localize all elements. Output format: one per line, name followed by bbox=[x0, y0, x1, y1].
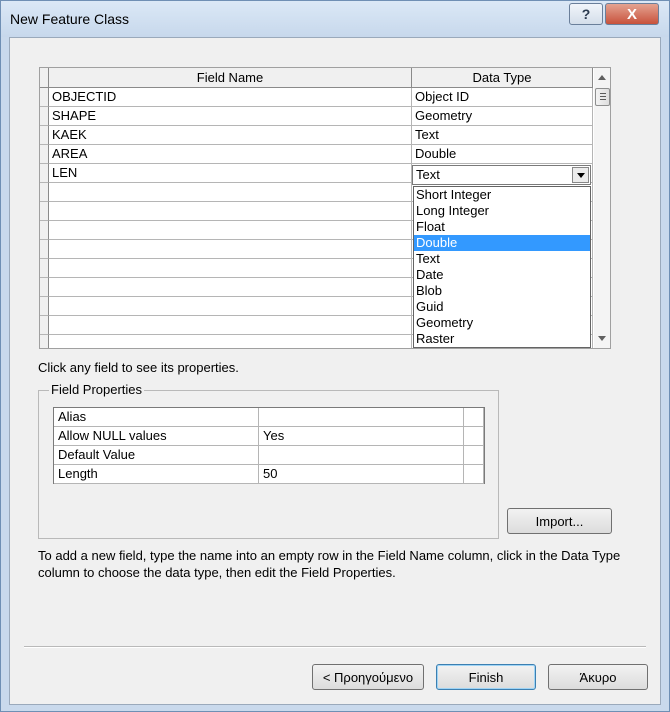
property-extra-cell bbox=[464, 408, 484, 427]
row-selector[interactable] bbox=[40, 126, 49, 145]
field-properties-legend: Field Properties bbox=[49, 382, 145, 397]
back-button[interactable]: < Προηγούμενο bbox=[312, 664, 424, 690]
property-extra-cell bbox=[464, 446, 484, 465]
row-selector[interactable] bbox=[40, 164, 49, 183]
row-selector[interactable] bbox=[40, 240, 49, 259]
title-bar: New Feature Class ? X bbox=[1, 1, 669, 37]
field-name-cell[interactable]: KAEK bbox=[49, 126, 412, 145]
field-name-cell[interactable] bbox=[49, 297, 412, 316]
field-name-cell[interactable] bbox=[49, 278, 412, 297]
data-type-cell[interactable]: Object ID bbox=[412, 88, 593, 107]
column-header-data-type[interactable]: Data Type bbox=[412, 68, 593, 88]
window-title: New Feature Class bbox=[10, 11, 130, 27]
import-button[interactable]: Import... bbox=[507, 508, 612, 534]
field-name-cell[interactable] bbox=[49, 316, 412, 335]
field-name-cell[interactable] bbox=[49, 221, 412, 240]
property-extra-cell bbox=[464, 465, 484, 484]
property-label: Length bbox=[54, 465, 259, 484]
row-selector[interactable] bbox=[40, 221, 49, 240]
field-name-cell[interactable]: LEN bbox=[49, 164, 412, 183]
row-selector[interactable] bbox=[40, 335, 49, 348]
close-button[interactable]: X bbox=[605, 3, 659, 25]
dropdown-option[interactable]: Long Integer bbox=[414, 203, 590, 219]
cancel-button[interactable]: Άκυρο bbox=[548, 664, 648, 690]
row-selector[interactable] bbox=[40, 107, 49, 126]
data-type-combo[interactable]: Text bbox=[412, 165, 591, 185]
dropdown-option[interactable]: Geometry bbox=[414, 315, 590, 331]
dialog-window: New Feature Class ? X Field Name Data Ty… bbox=[0, 0, 670, 712]
dropdown-option[interactable]: Blob bbox=[414, 283, 590, 299]
chevron-down-icon[interactable] bbox=[572, 167, 589, 183]
field-properties-table: Alias Allow NULL values Yes Default Value Le… bbox=[53, 407, 485, 484]
dropdown-option[interactable]: Raster bbox=[414, 331, 590, 347]
scroll-down-arrow-icon[interactable] bbox=[594, 330, 610, 346]
field-name-cell[interactable] bbox=[49, 183, 412, 202]
row-selector[interactable] bbox=[40, 202, 49, 221]
property-value[interactable]: 50 bbox=[259, 465, 464, 484]
fields-grid: Field Name Data Type OBJECTID Object ID SH… bbox=[39, 67, 611, 349]
finish-button[interactable]: Finish bbox=[436, 664, 536, 690]
row-selector[interactable] bbox=[40, 88, 49, 107]
property-label: Allow NULL values bbox=[54, 427, 259, 446]
dropdown-option[interactable]: Date bbox=[414, 267, 590, 283]
row-selector[interactable] bbox=[40, 278, 49, 297]
dropdown-option[interactable]: Guid bbox=[414, 299, 590, 315]
row-selector[interactable] bbox=[40, 145, 49, 164]
property-label: Alias bbox=[54, 408, 259, 427]
dropdown-option[interactable]: Float bbox=[414, 219, 590, 235]
row-selector[interactable] bbox=[40, 183, 49, 202]
grid-hint-text: Click any field to see its properties. bbox=[38, 360, 239, 375]
dropdown-option[interactable]: Double bbox=[414, 235, 590, 251]
data-type-dropdown-list[interactable]: Short Integer Long Integer Float Double Text… bbox=[413, 186, 591, 348]
field-name-cell[interactable] bbox=[49, 240, 412, 259]
column-header-field-name[interactable]: Field Name bbox=[49, 68, 412, 88]
help-button[interactable]: ? bbox=[569, 3, 603, 25]
row-selector[interactable] bbox=[40, 259, 49, 278]
field-name-cell[interactable] bbox=[49, 335, 412, 348]
dropdown-option[interactable]: Short Integer bbox=[414, 187, 590, 203]
data-type-cell[interactable]: Geometry bbox=[412, 107, 593, 126]
field-name-cell[interactable] bbox=[49, 259, 412, 278]
data-type-combo-value: Text bbox=[416, 167, 440, 182]
field-name-cell[interactable]: OBJECTID bbox=[49, 88, 412, 107]
field-name-cell[interactable] bbox=[49, 202, 412, 221]
scroll-thumb[interactable] bbox=[595, 88, 610, 106]
field-name-cell[interactable]: AREA bbox=[49, 145, 412, 164]
row-selector[interactable] bbox=[40, 316, 49, 335]
field-properties-group: Field Properties Alias Allow NULL values Y… bbox=[38, 382, 499, 539]
property-label: Default Value bbox=[54, 446, 259, 465]
property-value[interactable] bbox=[259, 446, 464, 465]
property-extra-cell bbox=[464, 427, 484, 446]
property-value[interactable]: Yes bbox=[259, 427, 464, 446]
dropdown-option[interactable]: Text bbox=[414, 251, 590, 267]
dialog-body: Field Name Data Type OBJECTID Object ID SH… bbox=[9, 37, 661, 705]
scroll-up-arrow-icon[interactable] bbox=[594, 70, 610, 86]
separator bbox=[24, 646, 646, 648]
data-type-cell[interactable]: Double bbox=[412, 145, 593, 164]
property-value[interactable] bbox=[259, 408, 464, 427]
row-selector[interactable] bbox=[40, 297, 49, 316]
field-name-cell[interactable]: SHAPE bbox=[49, 107, 412, 126]
grid-corner bbox=[40, 68, 49, 88]
instructions-text: To add a new field, type the name into a… bbox=[38, 548, 621, 580]
grid-vertical-scrollbar[interactable] bbox=[594, 68, 610, 348]
data-type-cell[interactable]: Text bbox=[412, 126, 593, 145]
